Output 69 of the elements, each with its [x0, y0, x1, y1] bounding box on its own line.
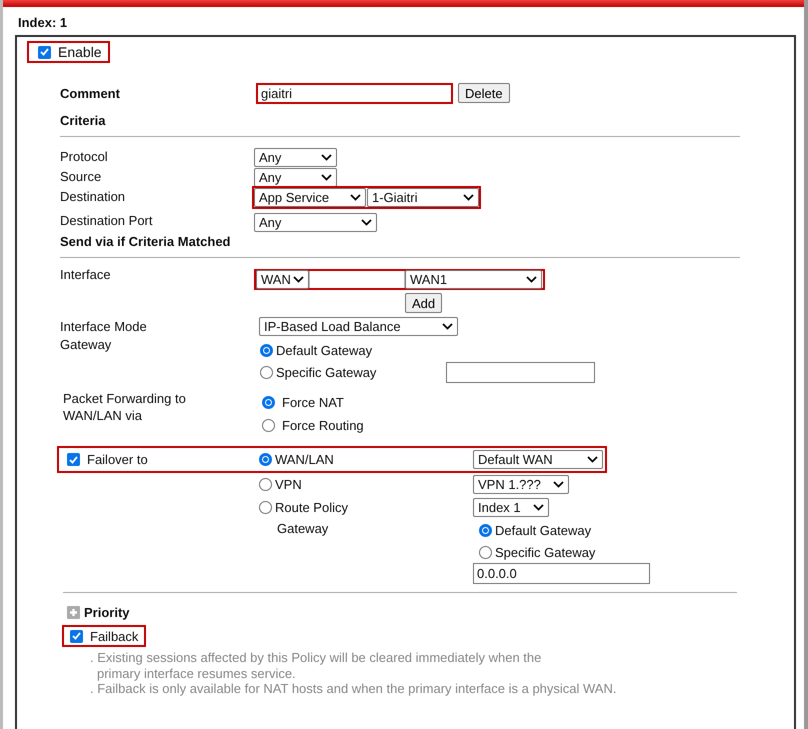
expand-icon[interactable]: [67, 606, 80, 619]
note-text: . Existing sessions affected by this Policy will be cleared immediately when the primary interface resumes service.: [90, 650, 542, 681]
option-label: Specific Gateway: [495, 544, 596, 560]
dropdown[interactable]: Any: [254, 212, 377, 232]
chevron-icon: [526, 276, 537, 283]
dropdown[interactable]: VPN 1.???: [473, 475, 569, 494]
option-label: WAN/LAN: [275, 451, 334, 468]
chevron-icon: [321, 174, 332, 181]
chevron-icon: [587, 456, 598, 463]
section-title: Send via if Criteria Matched: [60, 233, 232, 251]
interface-label: Interface: [60, 266, 112, 283]
field-label: Destination: [60, 188, 126, 204]
radio-button[interactable]: [479, 524, 492, 536]
gateway-field[interactable]: [446, 362, 595, 382]
radio-button[interactable]: [262, 419, 275, 432]
dropdown[interactable]: IP-Based Load Balance: [259, 316, 458, 336]
chevron-icon: [442, 322, 453, 330]
option-label: Default Gateway: [276, 342, 372, 358]
dropdown[interactable]: Any: [254, 148, 337, 167]
radio-button[interactable]: [262, 396, 275, 409]
dropdown[interactable]: Index 1: [473, 498, 549, 517]
gateway-label: Gateway: [276, 520, 330, 537]
interface-field[interactable]: [309, 271, 405, 288]
chevron-icon: [463, 194, 474, 201]
option-label: Route Policy: [275, 499, 348, 516]
dropdown[interactable]: 1-Giaitri: [367, 188, 479, 207]
option-label: Force NAT: [282, 394, 344, 411]
chevron-icon: [361, 218, 372, 226]
option-label: Default Gateway: [495, 522, 592, 538]
option-label: VPN: [275, 476, 302, 493]
add-button[interactable]: Add: [405, 293, 442, 313]
option-label: Force Routing: [282, 417, 364, 434]
option-label: Specific Gateway: [276, 364, 376, 380]
checkbox[interactable]: [38, 46, 51, 58]
radio-button[interactable]: [259, 501, 272, 514]
chevron-icon: [533, 504, 544, 511]
checkbox[interactable]: [67, 453, 80, 466]
dropdown[interactable]: WAN1: [405, 270, 542, 289]
priority-label: Priority: [84, 604, 130, 621]
field-label: Protocol: [60, 148, 109, 164]
radio-button[interactable]: [259, 478, 272, 491]
comment-label: Comment: [60, 84, 121, 102]
chevron-icon: [350, 194, 361, 201]
field-label: Interface Mode: [60, 318, 148, 334]
note-text: . Failback is only available for NAT hosts and when the primary interface is a physical WAN.: [90, 681, 618, 696]
checkbox[interactable]: [70, 630, 83, 642]
chevron-icon: [553, 481, 564, 488]
dropdown[interactable]: Any: [254, 168, 337, 187]
radio-button[interactable]: [259, 453, 272, 466]
failback-label: Failback: [90, 628, 138, 644]
index-label: Index: 1: [18, 15, 68, 32]
gateway-label: Gateway: [60, 336, 112, 353]
enable-label: Enable: [58, 44, 102, 60]
dropdown[interactable]: Default WAN: [473, 450, 603, 469]
field-label: Destination Port: [60, 212, 154, 229]
radio-button[interactable]: [260, 366, 273, 378]
dropdown[interactable]: App Service: [254, 188, 366, 207]
failover-label: Failover to: [87, 451, 148, 468]
section-title: Criteria: [60, 112, 107, 130]
packet-forwarding-label: Packet Forwarding to WAN/LAN via: [63, 390, 187, 424]
dropdown[interactable]: WAN: [256, 270, 309, 289]
chevron-icon: [321, 154, 332, 161]
comment-field[interactable]: giaitri: [256, 82, 453, 104]
field-label: Source: [60, 168, 102, 184]
chevron-icon: [293, 276, 304, 283]
radio-button[interactable]: [479, 546, 492, 558]
delete-button[interactable]: Delete: [458, 83, 510, 103]
gateway-field[interactable]: 0.0.0.0: [473, 563, 650, 584]
radio-button[interactable]: [260, 344, 273, 356]
